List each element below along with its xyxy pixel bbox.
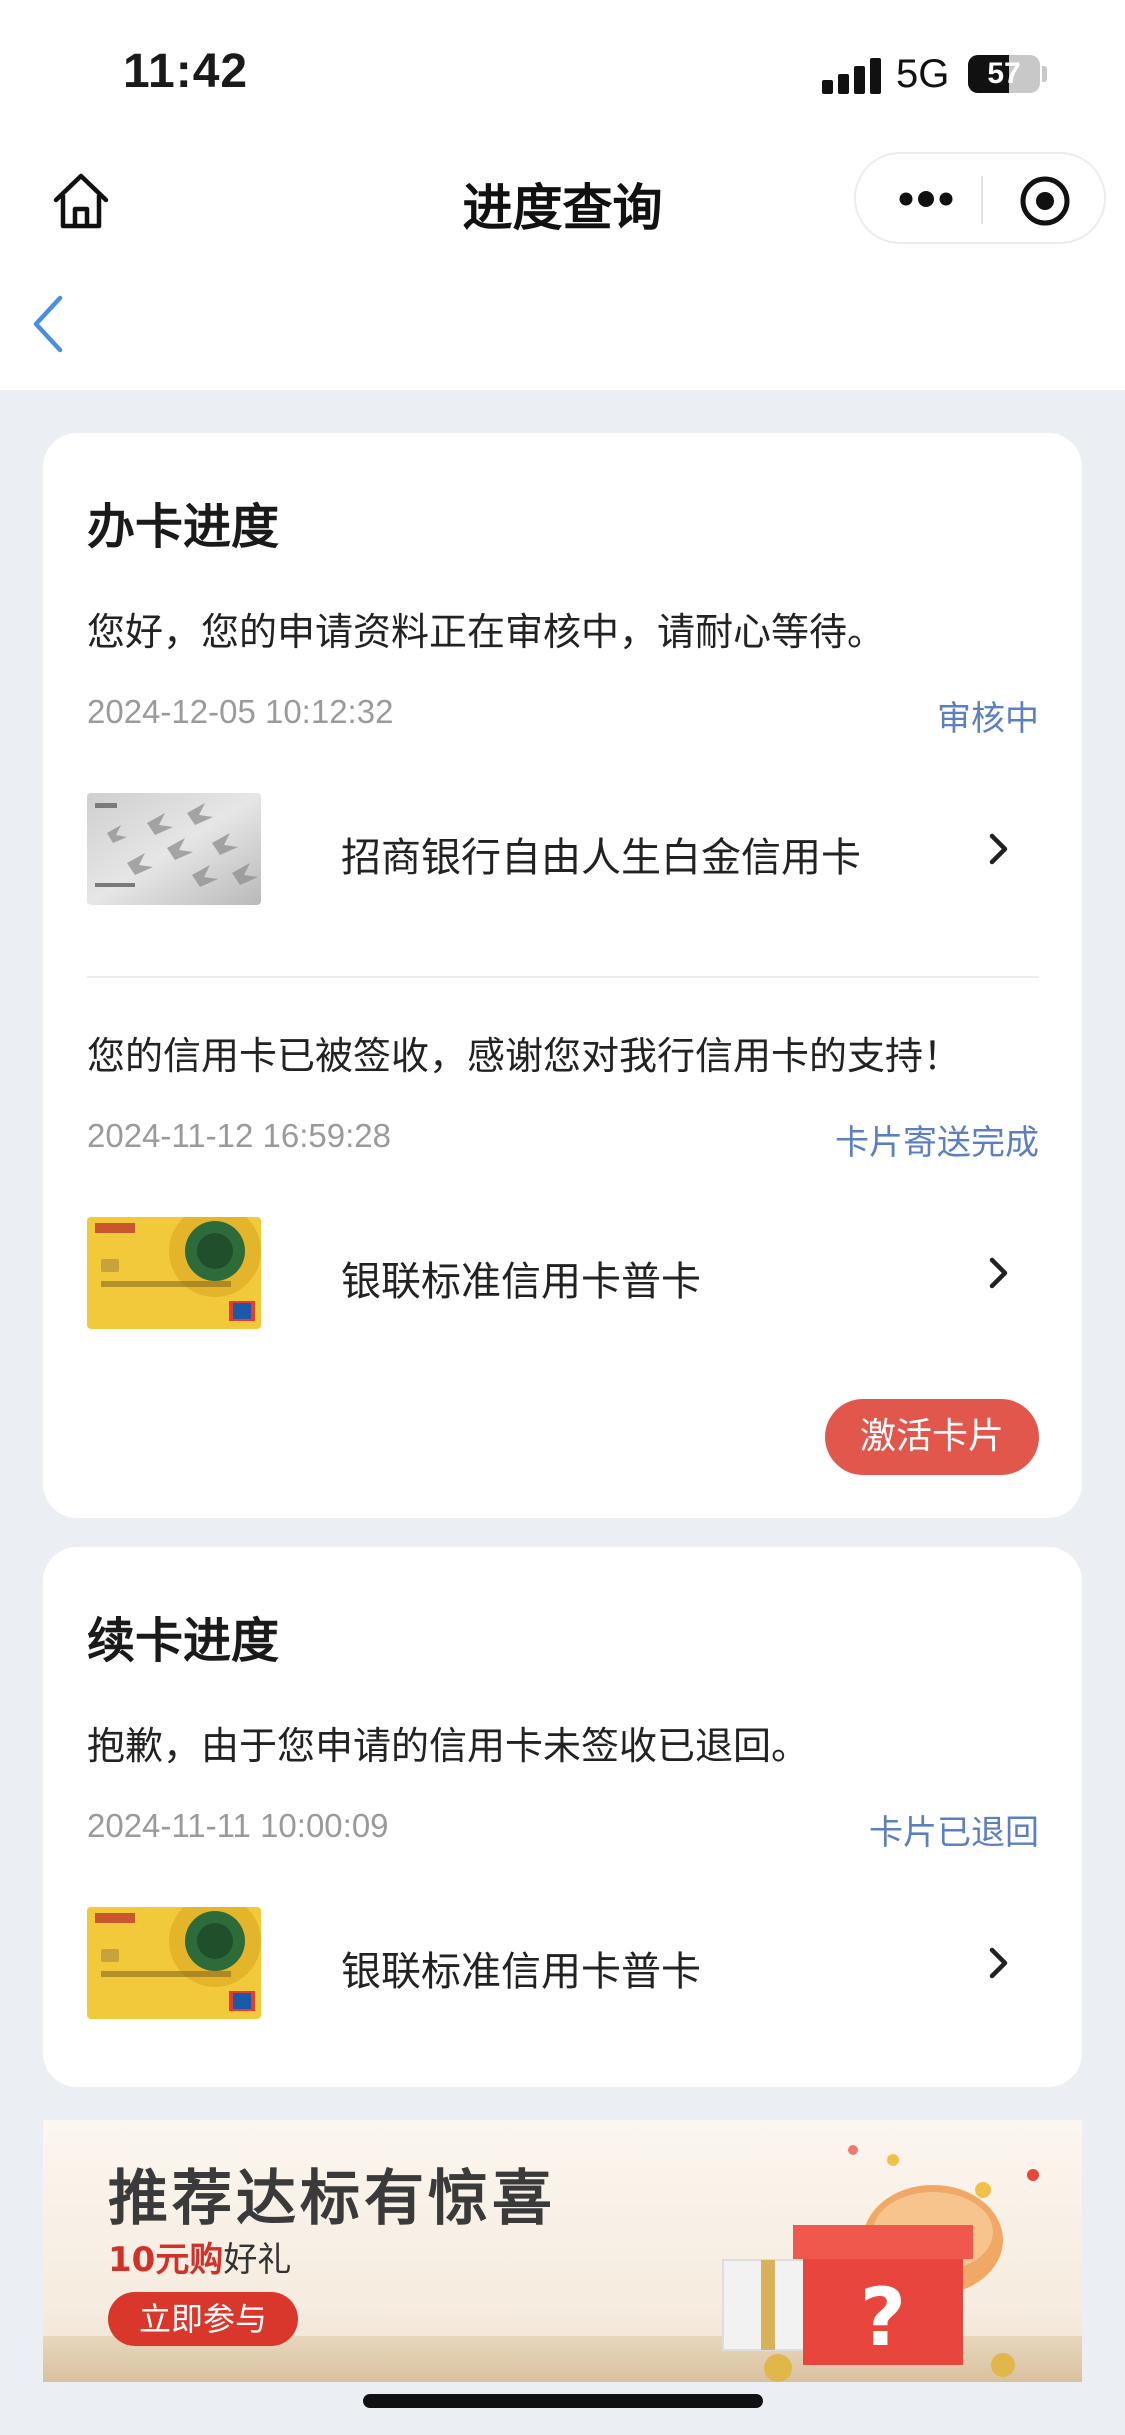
battery-level: 57 xyxy=(987,57,1021,90)
network-type: 5G xyxy=(896,52,950,96)
card-name: 银联标准信用卡普卡 xyxy=(341,1949,701,1995)
mini-program-capsule xyxy=(854,152,1106,244)
chevron-right-icon xyxy=(989,1947,1008,1979)
promo-banner[interactable]: 推荐达标有惊喜 10元购好礼 立即参与 ? xyxy=(43,2120,1082,2382)
record-timestamp: 2024-12-05 10:12:32 xyxy=(87,693,394,730)
platinum-card-image xyxy=(87,793,261,905)
banner-subtitle-rest: 好礼 xyxy=(223,2240,292,2280)
record-message: 您的信用卡已被签收，感谢您对我行信用卡的支持！ xyxy=(87,1034,962,1078)
record-message: 您好，您的申请资料正在审核中，请耐心等待。 xyxy=(87,610,886,654)
status-badge: 卡片寄送完成 xyxy=(835,1123,1039,1163)
battery-icon: 57 xyxy=(968,55,1040,93)
home-indicator xyxy=(363,2394,763,2408)
record-message: 抱歉，由于您申请的信用卡未签收已退回。 xyxy=(87,1724,810,1768)
status-badge: 卡片已退回 xyxy=(869,1813,1039,1853)
gold-card-image xyxy=(87,1217,261,1329)
record-timestamp: 2024-11-12 16:59:28 xyxy=(87,1117,391,1154)
record-timestamp: 2024-11-11 10:00:09 xyxy=(87,1807,389,1844)
status-time: 11:42 xyxy=(123,45,249,98)
section-title: 办卡进度 xyxy=(87,499,280,555)
banner-title: 推荐达标有惊喜 xyxy=(108,2164,556,2234)
divider xyxy=(87,976,1039,978)
apply-progress-card: 办卡进度 您好，您的申请资料正在审核中，请耐心等待。 2024-12-05 10… xyxy=(43,433,1082,1518)
banner-highlight: 10元购 xyxy=(108,2240,224,2280)
more-icon[interactable] xyxy=(896,184,956,214)
gold-card-image xyxy=(87,1907,261,2019)
section-title: 续卡进度 xyxy=(87,1613,280,1669)
svg-text:?: ? xyxy=(860,2271,906,2364)
back-icon[interactable] xyxy=(28,292,68,356)
status-badge: 审核中 xyxy=(937,699,1039,739)
card-item[interactable]: 银联标准信用卡普卡 xyxy=(87,1907,1039,2019)
chevron-right-icon xyxy=(989,1257,1008,1289)
battery-tip xyxy=(1042,66,1047,82)
renew-progress-card: 续卡进度 抱歉，由于您申请的信用卡未签收已退回。 2024-11-11 10:0… xyxy=(43,1547,1082,2087)
target-icon[interactable] xyxy=(1018,174,1072,228)
chevron-right-icon xyxy=(989,833,1008,865)
card-item[interactable]: 招商银行自由人生白金信用卡 xyxy=(87,793,1039,905)
gift-box-icon: ? xyxy=(722,2145,1039,2382)
banner-subtitle: 10元购好礼 xyxy=(108,2232,291,2281)
card-name: 银联标准信用卡普卡 xyxy=(341,1259,701,1305)
join-now-button[interactable]: 立即参与 xyxy=(108,2292,298,2346)
card-name: 招商银行自由人生白金信用卡 xyxy=(341,835,861,881)
status-bar: 11:42 5G 57 xyxy=(0,0,1125,150)
activate-card-button[interactable]: 激活卡片 xyxy=(825,1399,1039,1475)
signal-icon xyxy=(822,58,882,94)
capsule-divider xyxy=(981,176,983,224)
card-item[interactable]: 银联标准信用卡普卡 xyxy=(87,1217,1039,1329)
